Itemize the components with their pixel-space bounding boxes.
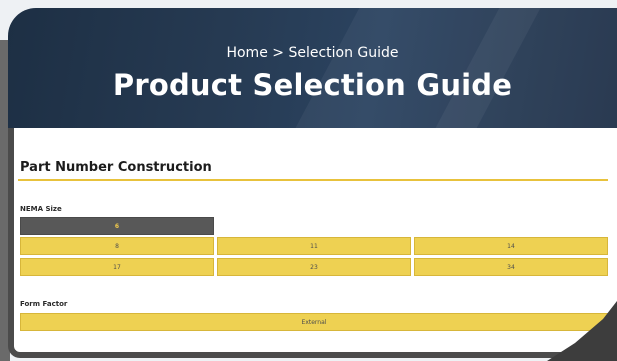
hero-banner: Home > Selection Guide Product Selection… xyxy=(8,8,617,128)
breadcrumb[interactable]: Home > Selection Guide xyxy=(8,45,617,61)
nema-option-34[interactable]: 34 xyxy=(414,258,608,276)
nema-option-23[interactable]: 23 xyxy=(217,258,411,276)
nema-option-8[interactable]: 8 xyxy=(20,237,214,255)
form-factor-label: Form Factor xyxy=(20,300,68,308)
nema-option-17[interactable]: 17 xyxy=(20,258,214,276)
form-factor-option-external[interactable]: External xyxy=(20,313,608,331)
nema-option-11[interactable]: 11 xyxy=(217,237,411,255)
nema-option-6[interactable]: 6 xyxy=(20,217,214,235)
page-title: Product Selection Guide xyxy=(112,68,513,102)
section-divider xyxy=(18,179,608,181)
nema-size-label: NEMA Size xyxy=(20,205,62,213)
nema-option-14[interactable]: 14 xyxy=(414,237,608,255)
section-title: Part Number Construction xyxy=(20,160,212,175)
selection-panel: Part Number Construction NEMA Size 6 8 1… xyxy=(8,128,617,358)
